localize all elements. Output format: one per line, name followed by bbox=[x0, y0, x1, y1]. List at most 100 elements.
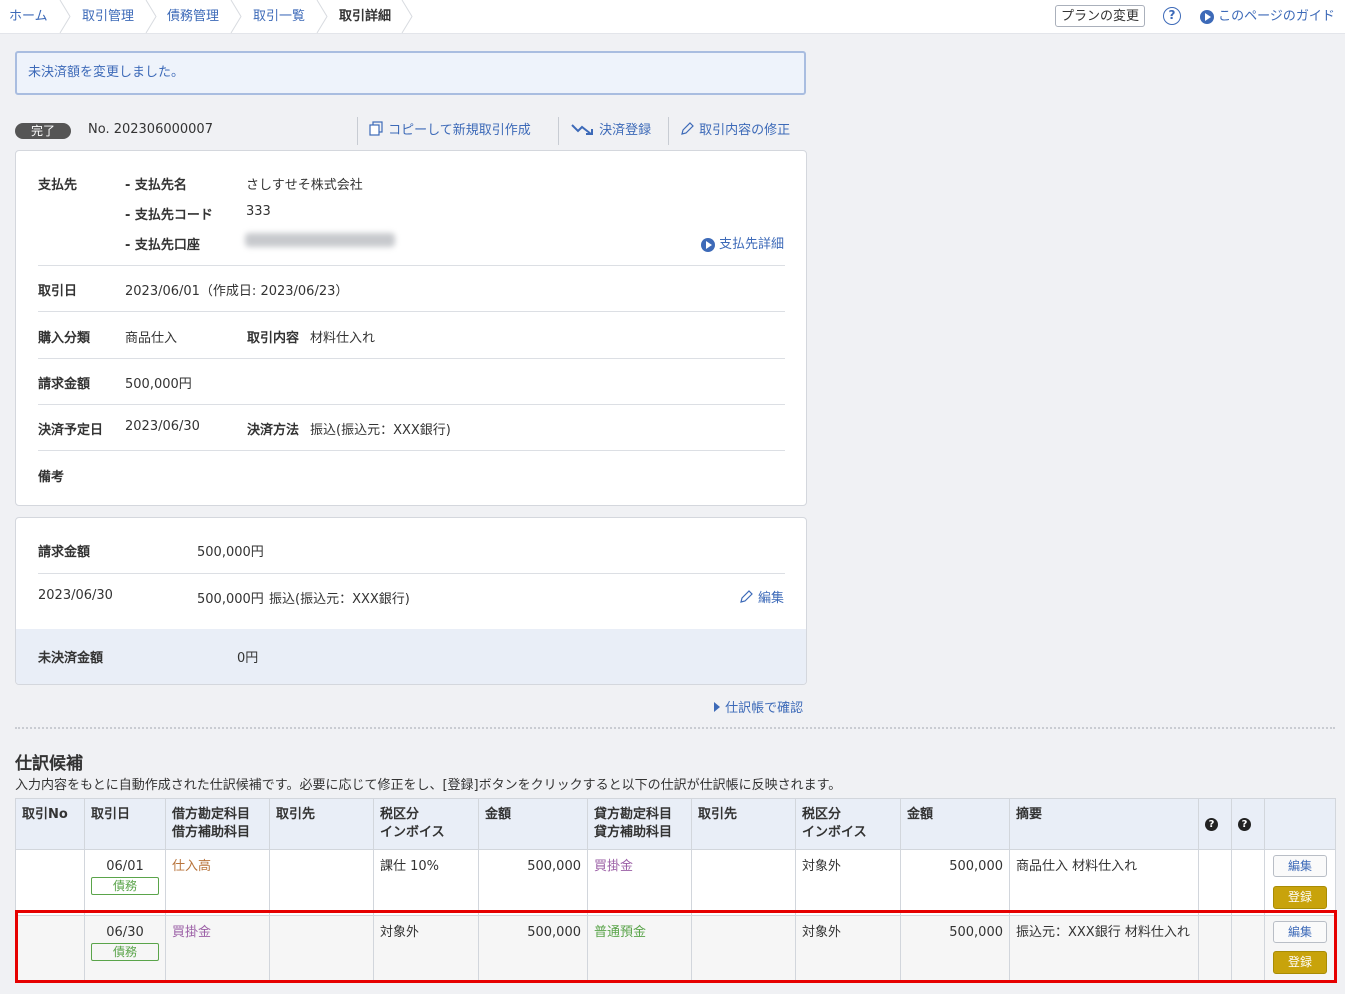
cell-credit[interactable]: 買掛金 bbox=[587, 849, 692, 916]
pencil-icon bbox=[740, 590, 753, 603]
settlement-register-label: 決済登録 bbox=[599, 123, 652, 138]
content-label: 取引内容 bbox=[247, 331, 300, 346]
ledger-confirm-link[interactable]: 仕訳帳で確認 bbox=[713, 697, 803, 716]
question-circle-icon[interactable]: ? bbox=[1205, 818, 1218, 831]
chevron-right-icon bbox=[401, 0, 413, 33]
unsettled-amount: 0円 bbox=[237, 651, 259, 666]
edit-button[interactable]: 編集 bbox=[1273, 921, 1327, 943]
col-partner-credit: 取引先 bbox=[691, 798, 796, 850]
col-partner: 取引先 bbox=[269, 798, 374, 850]
col-amount: 金額 bbox=[478, 798, 588, 850]
trend-down-icon bbox=[571, 124, 593, 135]
divider bbox=[558, 117, 559, 145]
play-circle-icon bbox=[700, 237, 715, 252]
page-guide-label: このページのガイド bbox=[1218, 9, 1335, 24]
settlement-billed-label: 請求金額 bbox=[38, 545, 91, 560]
cell-credit[interactable]: 普通預金 bbox=[587, 915, 692, 982]
cell-partner-credit bbox=[691, 915, 796, 982]
row-date: 06/30 bbox=[106, 925, 144, 940]
purchase-type: 商品仕入 bbox=[125, 331, 178, 346]
chevron-right-icon bbox=[316, 0, 328, 33]
payee-name-label: - 支払先名 bbox=[125, 178, 187, 193]
payee-label: 支払先 bbox=[38, 178, 78, 193]
settlement-edit-link[interactable]: 編集 bbox=[739, 587, 784, 606]
settlement-date: 2023/06/30 bbox=[38, 588, 113, 603]
page-guide-link[interactable]: このページのガイド bbox=[1200, 0, 1335, 33]
payee-account-label: - 支払先口座 bbox=[125, 238, 200, 253]
divider bbox=[38, 265, 785, 266]
col-debit: 借方勘定科目 借方補助科目 bbox=[165, 798, 270, 850]
divider bbox=[38, 404, 785, 405]
settlement-amount: 500,000円 bbox=[197, 592, 264, 607]
col-amount-credit: 金額 bbox=[900, 798, 1010, 850]
cell-blank bbox=[1198, 915, 1232, 982]
cell-date: 06/30 債務 bbox=[84, 915, 166, 982]
debt-tag: 債務 bbox=[91, 943, 159, 961]
edit-transaction-label: 取引内容の修正 bbox=[699, 123, 791, 138]
cell-partner bbox=[269, 849, 374, 916]
edit-button[interactable]: 編集 bbox=[1273, 855, 1327, 877]
chevron-right-icon bbox=[230, 0, 242, 33]
unsettled-label: 未決済金額 bbox=[38, 651, 104, 666]
journal-table: 取引No 取引日 借方勘定科目 借方補助科目 取引先 税区分 インボイス 金額 貸方… bbox=[15, 798, 1336, 982]
breadcrumb-home[interactable]: ホーム bbox=[9, 0, 48, 33]
transaction-detail-card: 支払先 - 支払先名 さしすせそ株式会社 - 支払先コード 333 - 支払先口… bbox=[15, 150, 807, 506]
journal-description: 入力内容をもとに自動作成された仕訳候補です。必要に応じて修正をし、[登録]ボタン… bbox=[15, 778, 842, 793]
help-icon[interactable]: ? bbox=[1163, 7, 1181, 25]
cell-blank bbox=[1198, 849, 1232, 916]
payee-account-blurred bbox=[245, 233, 395, 247]
cell-tax-credit: 対象外 bbox=[795, 849, 901, 916]
billed-amount-label: 請求金額 bbox=[38, 377, 91, 392]
cell-tax: 課仕 10% bbox=[373, 849, 479, 916]
transaction-date-label: 取引日 bbox=[38, 284, 78, 299]
play-circle-icon bbox=[1200, 9, 1214, 24]
copy-new-transaction-button[interactable]: コピーして新規取引作成 bbox=[369, 117, 531, 145]
divider bbox=[38, 573, 785, 574]
table-row: 06/01 債務 仕入高 課仕 10% 500,000 買掛金 対象外 500,… bbox=[15, 849, 1336, 916]
debt-tag: 債務 bbox=[91, 877, 159, 895]
breadcrumb-transaction-list[interactable]: 取引一覧 bbox=[253, 0, 305, 33]
payee-detail-link[interactable]: 支払先詳細 bbox=[700, 233, 784, 252]
col-actions bbox=[1264, 798, 1336, 850]
cell-debit[interactable]: 仕入高 bbox=[165, 849, 270, 916]
cell-partner bbox=[269, 915, 374, 982]
payee-code-label: - 支払先コード bbox=[125, 208, 213, 223]
payee-detail-label: 支払先詳細 bbox=[718, 237, 784, 252]
section-divider bbox=[15, 727, 1335, 729]
chevron-right-icon bbox=[59, 0, 71, 33]
settlement-edit-label: 編集 bbox=[757, 591, 784, 606]
content: 材料仕入れ bbox=[310, 331, 376, 346]
register-button[interactable]: 登録 bbox=[1273, 951, 1327, 974]
unsettled-row bbox=[16, 629, 806, 684]
table-row: 06/30 債務 買掛金 対象外 500,000 普通預金 対象外 500,00… bbox=[15, 915, 1336, 982]
chevron-right-icon bbox=[145, 0, 157, 33]
success-notice: 未決済額を変更しました。 bbox=[15, 51, 806, 95]
cell-amount-credit: 500,000 bbox=[900, 915, 1010, 982]
cell-blank bbox=[1231, 849, 1265, 916]
settlement-register-button[interactable]: 決済登録 bbox=[571, 117, 651, 145]
divider bbox=[357, 117, 358, 145]
payment-method: 振込(振込元：XXX銀行) bbox=[310, 423, 451, 438]
breadcrumb-current: 取引詳細 bbox=[339, 9, 392, 24]
col-credit: 貸方勘定科目 貸方補助科目 bbox=[587, 798, 692, 850]
breadcrumb-debt-mgmt[interactable]: 債務管理 bbox=[167, 0, 219, 33]
edit-transaction-button[interactable]: 取引内容の修正 bbox=[680, 117, 790, 145]
cell-tax-credit: 対象外 bbox=[795, 915, 901, 982]
cell-memo: 商品仕入 材料仕入れ bbox=[1009, 849, 1199, 916]
copy-icon bbox=[369, 121, 383, 136]
journal-header-row: 取引No 取引日 借方勘定科目 借方補助科目 取引先 税区分 インボイス 金額 貸方… bbox=[15, 798, 1336, 850]
cell-date: 06/01 債務 bbox=[84, 849, 166, 916]
cell-tax: 対象外 bbox=[373, 915, 479, 982]
question-circle-icon[interactable]: ? bbox=[1238, 818, 1251, 831]
register-button[interactable]: 登録 bbox=[1273, 886, 1327, 909]
cell-no bbox=[15, 849, 85, 916]
due-date-label: 決済予定日 bbox=[38, 423, 104, 438]
breadcrumb-transaction-mgmt[interactable]: 取引管理 bbox=[82, 0, 134, 33]
settlement-method: 振込(振込元：XXX銀行) bbox=[269, 592, 410, 607]
settlement-billed: 500,000円 bbox=[197, 545, 264, 560]
ledger-confirm-label: 仕訳帳で確認 bbox=[725, 701, 804, 716]
plan-change-button[interactable]: プランの変更 bbox=[1055, 5, 1145, 27]
due-date: 2023/06/30 bbox=[125, 419, 200, 434]
col-tax-credit: 税区分 インボイス bbox=[795, 798, 901, 850]
cell-debit[interactable]: 買掛金 bbox=[165, 915, 270, 982]
